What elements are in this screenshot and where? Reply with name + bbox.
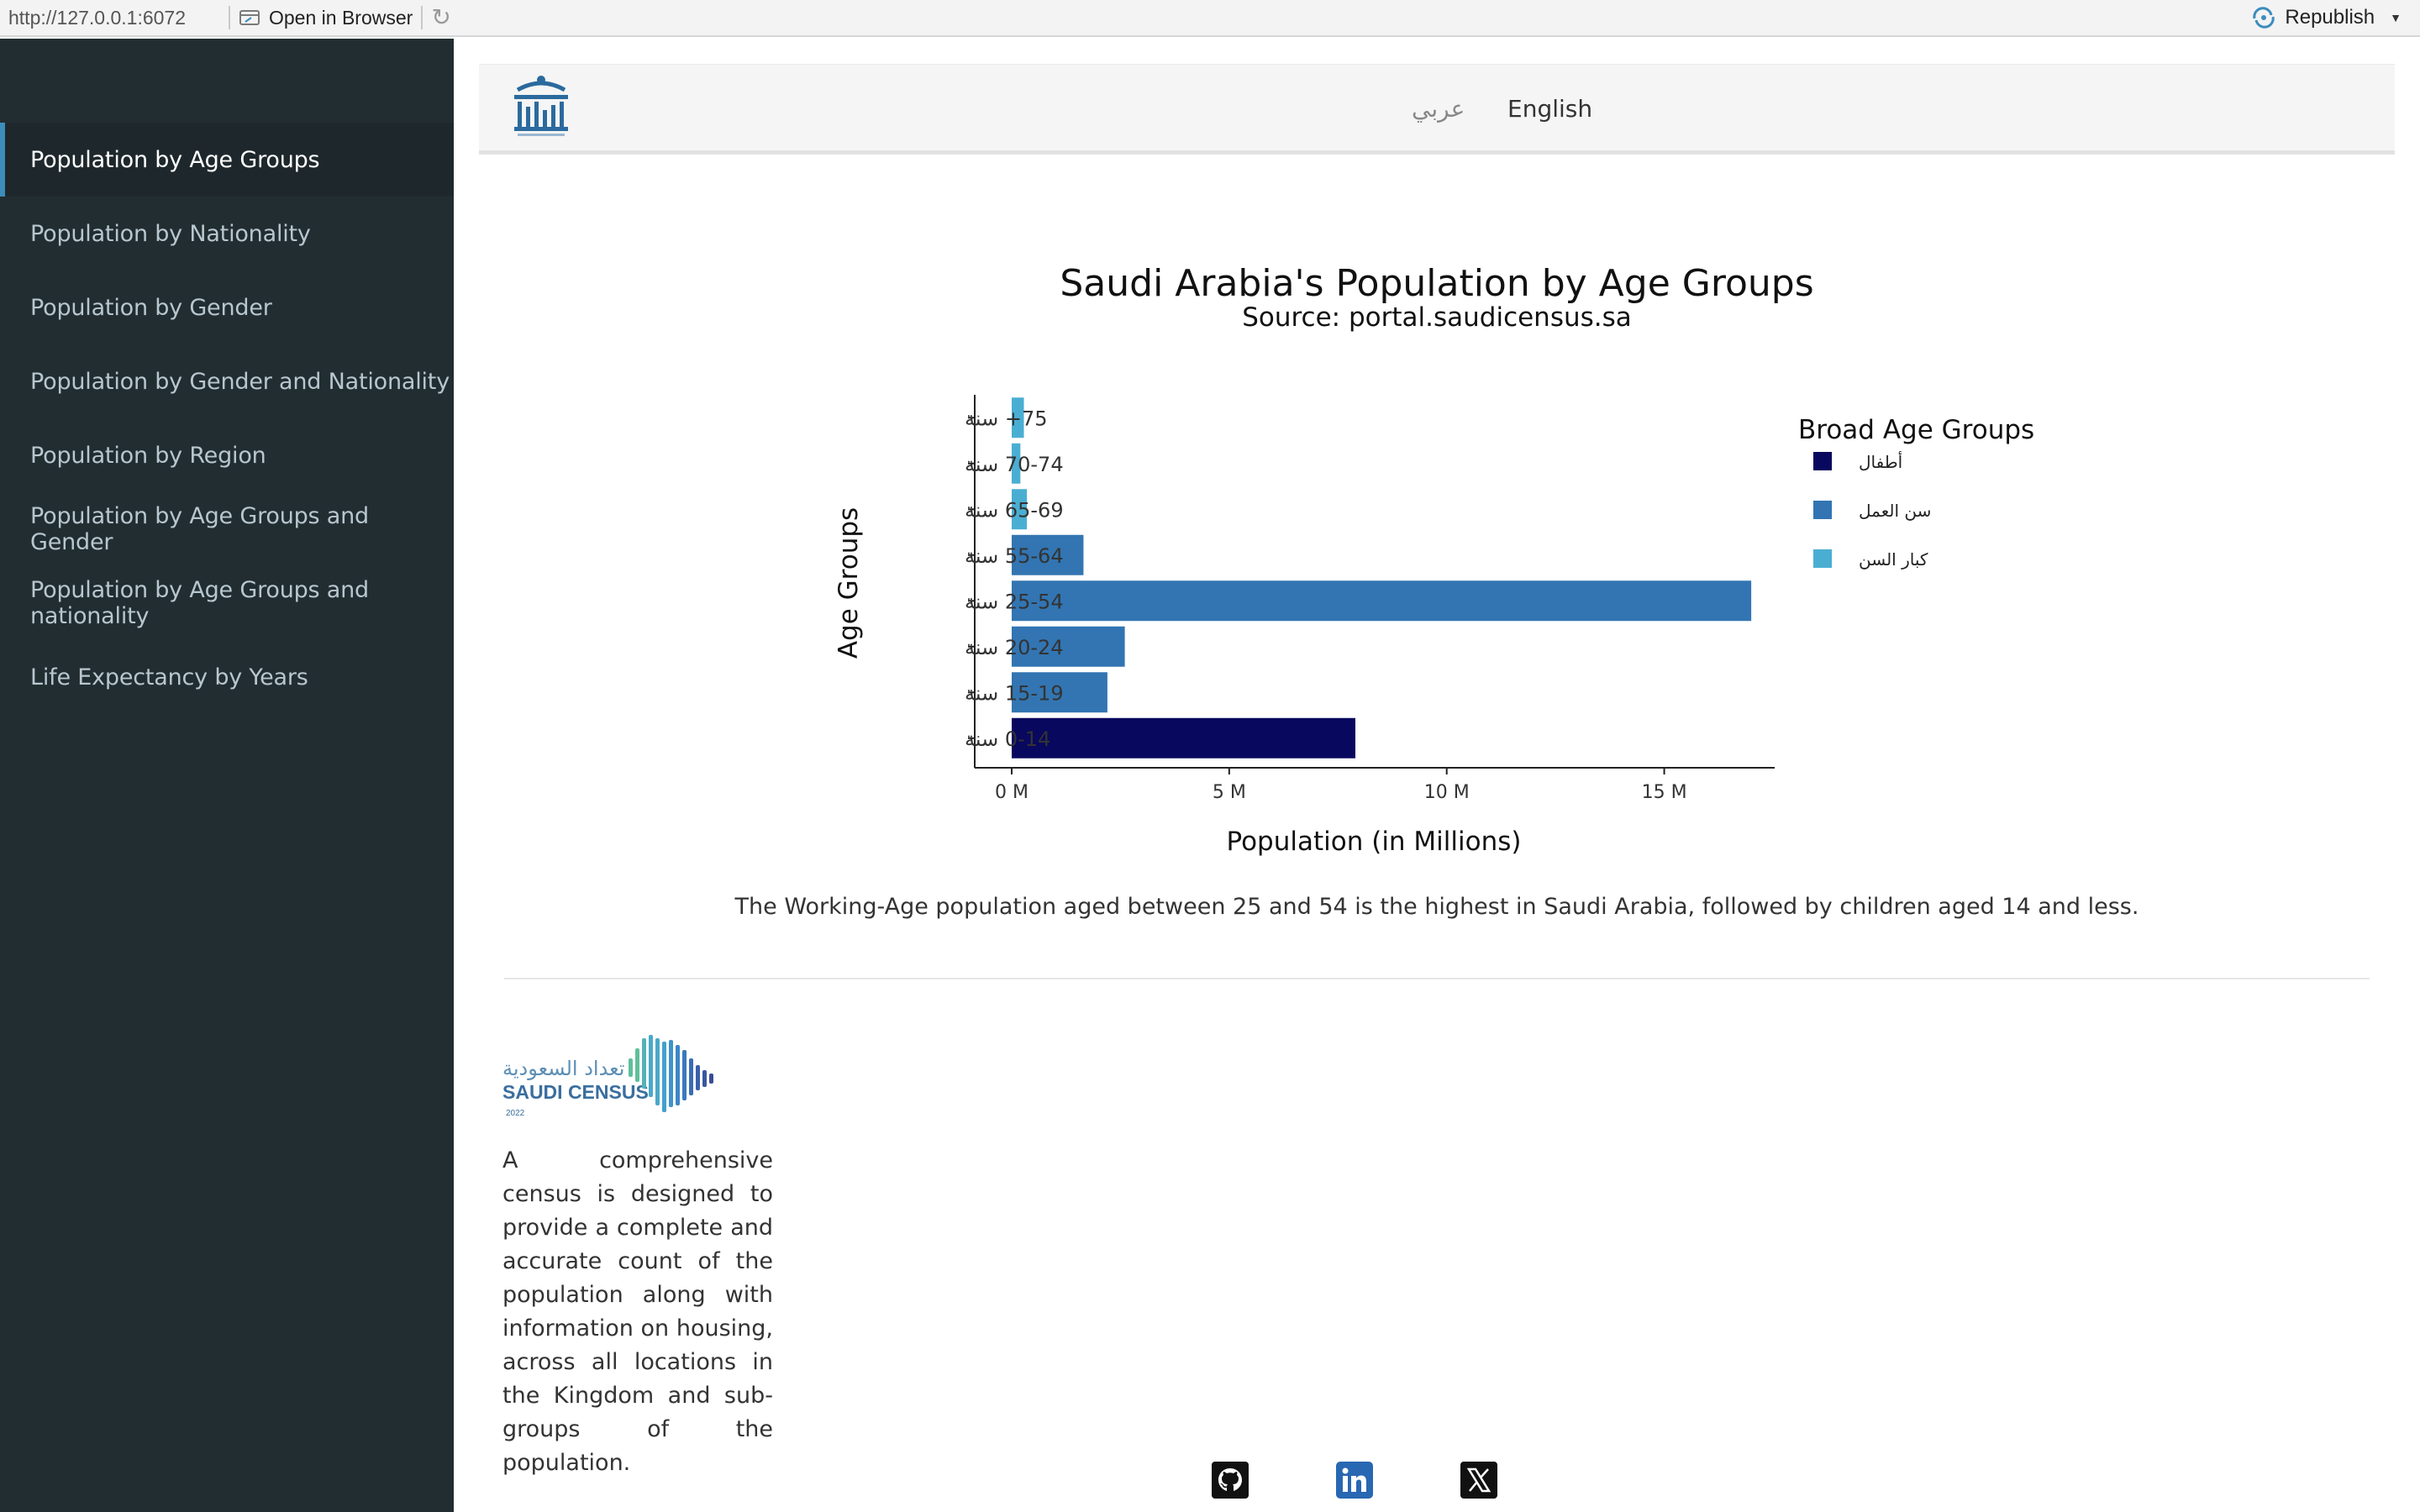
sidebar-item-nationality[interactable]: Population by Nationality (0, 197, 454, 270)
chevron-down-icon[interactable]: ▼ (2390, 11, 2402, 24)
y-tick-label: 70-74 سنة (965, 453, 1064, 476)
toolbar-divider (421, 6, 424, 29)
github-icon[interactable] (1212, 1462, 1249, 1499)
republish-label: Republish (2285, 6, 2375, 29)
x-axis-label: Population (in Millions) (1227, 827, 1522, 857)
y-tick-label: 0-14 سنة (965, 727, 1050, 751)
legend-title: Broad Age Groups (1798, 415, 2034, 445)
open-in-browser-button[interactable]: Open in Browser (239, 7, 413, 29)
y-tick-label: 75+ سنة (965, 407, 1048, 430)
census-logo-ar: تعداد السعودية (502, 1057, 624, 1080)
x-tick-label: 0 M (995, 782, 1028, 803)
y-tick-label: 20-24 سنة (965, 636, 1064, 659)
open-in-browser-label: Open in Browser (269, 6, 413, 29)
bar-4 (1012, 580, 1752, 622)
saudi-census-logo: تعداد السعودية SAUDI CENSUS 2022 (502, 1035, 713, 1118)
y-tick-label: 55-64 سنة (965, 544, 1064, 568)
legend-label: سن العمل (1859, 501, 1931, 521)
y-axis-label: Age Groups (834, 507, 864, 659)
sidebar-item-label: Population by Age Groups and Gender (30, 503, 369, 555)
sidebar-item-label: Population by Age Groups (30, 146, 320, 173)
y-tick-label: 15-19 سنة (965, 681, 1064, 705)
linkedin-icon[interactable] (1336, 1462, 1373, 1499)
legend-swatch (1813, 549, 1832, 568)
y-tick-label: 65-69 سنة (965, 498, 1064, 522)
sidebar-item-age-groups[interactable]: Population by Age Groups (0, 123, 454, 197)
legend-label: أطفال (1859, 451, 1902, 472)
sidebar-item-gender-nationality[interactable]: Population by Gender and Nationality (0, 344, 454, 418)
sidebar-item-age-nationality[interactable]: Population by Age Groups and nationality (0, 566, 454, 640)
x-tick-label: 5 M (1213, 782, 1246, 803)
y-tick-label: 25-54 سنة (965, 590, 1064, 613)
republish-button[interactable]: Republish ▼ (2251, 0, 2402, 35)
x-icon[interactable] (1460, 1462, 1497, 1499)
refresh-icon[interactable]: ↻ (431, 6, 450, 29)
republish-icon (2253, 7, 2275, 29)
chart-caption: The Working-Age population aged between … (734, 894, 2139, 920)
sidebar-item-label: Population by Gender and Nationality (30, 368, 450, 395)
toolbar-divider (229, 6, 230, 29)
gastat-logo-icon[interactable] (509, 73, 573, 139)
sidebar: Population by Age Groups Population by N… (0, 39, 454, 1512)
bar-1 (1012, 717, 1355, 759)
legend-swatch (1813, 501, 1832, 519)
chart-container: Saudi Arabia's Population by Age Groups … (807, 244, 2118, 882)
header-bar: عربي English (479, 64, 2395, 155)
section-divider (504, 978, 2370, 979)
census-description: A comprehensive census is designed to pr… (502, 1147, 773, 1476)
language-arabic-link[interactable]: عربي (1412, 65, 1465, 152)
sidebar-item-label: Population by Gender (30, 294, 272, 321)
sidebar-item-label: Population by Nationality (30, 220, 311, 247)
x-tick-label: 10 M (1424, 782, 1470, 803)
sidebar-item-age-gender[interactable]: Population by Age Groups and Gender (0, 492, 454, 566)
sidebar-item-life-expectancy[interactable]: Life Expectancy by Years (0, 640, 454, 714)
sidebar-item-region[interactable]: Population by Region (0, 418, 454, 492)
bar-chart: 0-14 سنة 15-19 سنة 20-24 سنة 25-54 سنة 55-64… (834, 395, 2034, 857)
legend-label: كبار السن (1859, 549, 1928, 570)
x-tick-label: 15 M (1642, 782, 1687, 803)
sidebar-item-gender[interactable]: Population by Gender (0, 270, 454, 344)
browser-icon (239, 10, 260, 25)
url-display: http://127.0.0.1:6072 (8, 6, 187, 29)
census-logo-year: 2022 (506, 1109, 525, 1118)
census-logo-en: SAUDI CENSUS (502, 1081, 649, 1103)
sidebar-item-label: Population by Region (30, 442, 266, 469)
language-english-link[interactable]: English (1507, 65, 1592, 152)
sidebar-item-label: Population by Age Groups and nationality (30, 577, 369, 629)
viewer-toolbar: http://127.0.0.1:6072 Open in Browser ↻ … (0, 0, 2420, 37)
sidebar-item-label: Life Expectancy by Years (30, 664, 308, 690)
legend-swatch (1813, 452, 1832, 470)
